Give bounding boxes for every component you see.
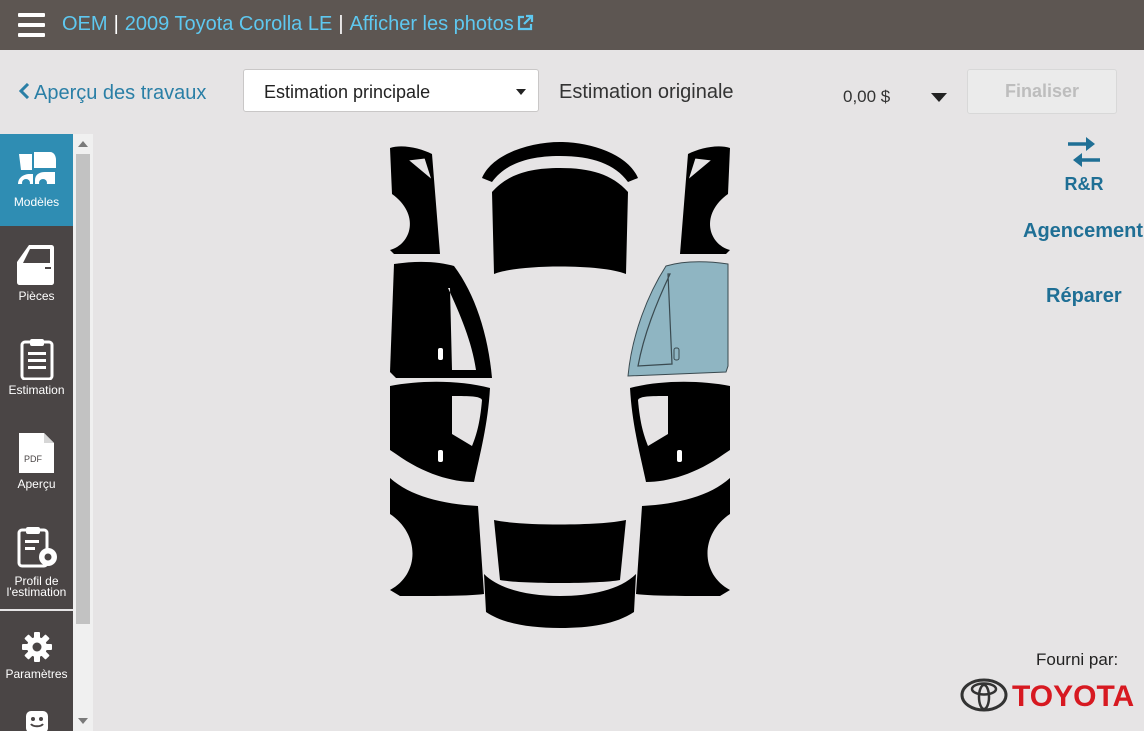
scroll-up-arrow-icon[interactable] bbox=[78, 141, 88, 147]
sidebar-item-estimate[interactable]: Estimation bbox=[0, 322, 73, 414]
photos-link-label: Afficher les photos bbox=[349, 13, 514, 35]
pdf-file-icon: PDF bbox=[19, 433, 54, 473]
menu-icon[interactable] bbox=[18, 13, 45, 37]
car-models-icon bbox=[18, 152, 56, 187]
sidebar-item-models[interactable]: Modèles bbox=[0, 134, 73, 226]
panel-right-quarter-panel[interactable] bbox=[636, 478, 730, 596]
back-to-overview-link[interactable]: Aperçu des travaux bbox=[19, 82, 206, 105]
photos-link[interactable]: Afficher les photos bbox=[350, 13, 534, 35]
panel-left-front-door[interactable] bbox=[390, 261, 492, 378]
oem-link[interactable]: OEM bbox=[62, 13, 108, 35]
brand-wordmark: TOYOTA bbox=[1012, 680, 1135, 713]
panel-left-quarter-panel[interactable] bbox=[390, 478, 484, 596]
chevron-left-icon bbox=[19, 83, 30, 99]
toyota-brand: TOYOTA bbox=[960, 678, 1140, 714]
breadcrumb: OEM | 2009 Toyota Corolla LE | Afficher les … bbox=[62, 13, 534, 36]
sidebar-scrollbar[interactable] bbox=[73, 134, 93, 731]
clipboard-gear-icon bbox=[17, 527, 57, 568]
panel-hood[interactable] bbox=[492, 168, 628, 274]
sidebar-item-preview[interactable]: PDF Aperçu bbox=[0, 416, 73, 508]
rr-tool-label: R&R bbox=[1064, 174, 1104, 194]
clipboard-icon bbox=[20, 339, 54, 380]
sidebar-item-label: Pièces bbox=[18, 289, 55, 303]
vehicle-link[interactable]: 2009 Toyota Corolla LE bbox=[125, 13, 333, 35]
original-estimate-label: Estimation originale bbox=[559, 81, 734, 103]
layout-button[interactable]: Agencement bbox=[1023, 220, 1143, 243]
vehicle-panel-diagram bbox=[390, 142, 730, 628]
caret-down-icon bbox=[516, 89, 526, 95]
panel-right-front-door[interactable] bbox=[627, 261, 729, 377]
sidebar-item-label: Aperçu bbox=[17, 477, 56, 491]
breadcrumb-separator: | bbox=[338, 13, 344, 35]
estimate-amount: 0,00 $ bbox=[843, 87, 891, 106]
sidebar-item-label: Modèles bbox=[13, 195, 60, 209]
sidebar-item-estimate-profile[interactable]: Profil de l'estimation bbox=[0, 510, 73, 608]
back-link-label: Aperçu des travaux bbox=[34, 82, 207, 104]
door-part-icon bbox=[17, 245, 54, 285]
swap-arrows-icon bbox=[1068, 137, 1100, 167]
caret-down-icon bbox=[931, 93, 947, 102]
external-link-icon bbox=[517, 14, 533, 31]
amount-dropdown-toggle[interactable] bbox=[929, 90, 949, 104]
smiley-icon bbox=[26, 711, 48, 731]
sidebar-item-settings[interactable]: Paramètres bbox=[0, 611, 73, 703]
provided-by-label: Fourni par: bbox=[1036, 650, 1119, 669]
estimate-select-value: Estimation principale bbox=[264, 82, 431, 102]
breadcrumb-separator: | bbox=[113, 13, 119, 35]
sidebar-item-label-line2: l'estimation bbox=[6, 585, 67, 599]
sidebar-item-feedback[interactable] bbox=[0, 705, 73, 731]
finalize-button[interactable]: Finaliser bbox=[967, 69, 1117, 114]
sidebar: Modèles Pièces Estimation PDF Aperçu Pro… bbox=[0, 134, 73, 731]
panel-trunk-lid[interactable] bbox=[494, 520, 626, 583]
top-bar: OEM | 2009 Toyota Corolla LE | Afficher les … bbox=[0, 0, 1144, 50]
scroll-thumb[interactable] bbox=[76, 154, 90, 624]
pdf-icon-text: PDF bbox=[24, 454, 43, 464]
rr-tool-button[interactable]: R&R bbox=[1056, 136, 1116, 196]
scroll-down-arrow-icon[interactable] bbox=[78, 718, 88, 724]
repair-button[interactable]: Réparer bbox=[1046, 285, 1122, 308]
sidebar-item-label: Estimation bbox=[8, 383, 65, 397]
estimate-select[interactable]: Estimation principale bbox=[243, 69, 539, 112]
toyota-logo-icon bbox=[960, 678, 1008, 712]
sidebar-item-parts[interactable]: Pièces bbox=[0, 228, 73, 320]
gear-icon bbox=[22, 632, 52, 662]
sidebar-item-label: Paramètres bbox=[5, 667, 68, 681]
estimate-toolbar: Aperçu des travaux Estimation principale… bbox=[0, 50, 1144, 134]
